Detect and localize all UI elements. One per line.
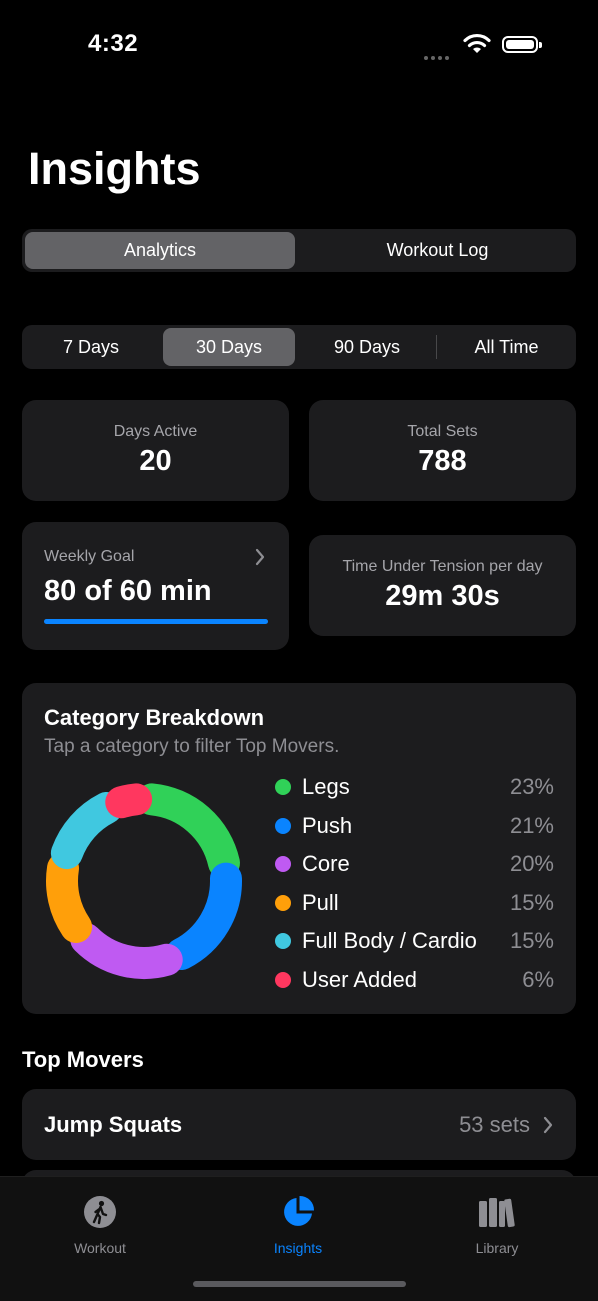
weekly-goal-label: Weekly Goal — [44, 548, 135, 565]
legend-item[interactable]: User Added 6% — [274, 965, 554, 995]
legend-name: Legs — [302, 774, 350, 799]
top-mover-sets: 53 sets — [459, 1112, 530, 1137]
tab-analytics-label: Analytics — [123, 240, 197, 260]
range-7-days-label: 7 Days — [62, 336, 120, 357]
page-title: Insights — [28, 143, 201, 194]
chevron-right-icon — [254, 548, 266, 571]
weekly-goal-value: 80 of 60 min — [44, 575, 212, 607]
legend-name: Push — [302, 812, 353, 838]
tab-analytics[interactable]: Analytics — [25, 232, 295, 269]
donut-segment[interactable] — [135, 783, 240, 879]
tab-library[interactable]: Library — [437, 1195, 557, 1256]
legend-dot — [275, 894, 291, 911]
legend-percent: 21% — [509, 812, 554, 838]
category-subtitle: Tap a category to filter Top Movers. — [44, 736, 340, 757]
legend-dot — [275, 779, 291, 795]
walk-icon — [40, 1195, 160, 1234]
legend-name: Pull — [302, 889, 339, 915]
total-sets-card: Total Sets 788 — [309, 400, 576, 501]
range-all-time-label: All Time — [474, 336, 539, 357]
tab-insights-label: Insights — [273, 1240, 323, 1256]
legend-percent: 15% — [509, 889, 554, 915]
total-sets-value: 788 — [418, 445, 467, 477]
legend-percent: 23% — [509, 774, 554, 799]
days-active-value: 20 — [139, 445, 172, 477]
tab-workout[interactable]: Workout — [40, 1195, 160, 1256]
tut-value: 29m 30s — [385, 580, 500, 612]
legend-item[interactable]: Core 20% — [274, 849, 554, 879]
tut-card: Time Under Tension per day 29m 30s — [309, 535, 576, 636]
weekly-goal-card[interactable]: Weekly Goal 80 of 60 min — [22, 522, 289, 650]
status-time: 4:32 — [88, 30, 139, 57]
tut-label: Time Under Tension per day — [342, 558, 543, 575]
range-30-days-label: 30 Days — [195, 336, 263, 357]
legend-name: User Added — [302, 966, 417, 992]
legend-percent: 20% — [509, 851, 554, 876]
tab-insights[interactable]: Insights — [238, 1195, 358, 1256]
legend-name: Core — [302, 851, 350, 876]
legend-item[interactable]: Legs 23% — [274, 772, 554, 802]
legend-item[interactable]: Full Body / Cardio 15% — [274, 926, 554, 956]
pie-chart-icon — [238, 1195, 358, 1234]
legend-dot — [275, 817, 291, 834]
legend-item[interactable]: Pull 15% — [274, 888, 554, 918]
home-indicator — [193, 1281, 406, 1287]
tab-workout-log-label: Workout Log — [386, 240, 489, 260]
donut-segment[interactable] — [70, 923, 183, 979]
weekly-goal-progress-track — [44, 619, 268, 624]
legend-percent: 6% — [522, 966, 554, 992]
cellular-signal-icon — [424, 47, 456, 60]
category-donut-chart[interactable] — [42, 779, 246, 983]
category-title: Category Breakdown — [44, 705, 265, 730]
range-divider — [436, 335, 437, 359]
top-movers-title: Top Movers — [22, 1047, 144, 1072]
legend-percent: 15% — [509, 928, 554, 953]
donut-segment[interactable] — [46, 852, 93, 943]
legend-item[interactable]: Push 21% — [274, 811, 554, 841]
donut-segment[interactable] — [165, 862, 242, 970]
legend-dot — [275, 971, 291, 988]
battery-icon — [502, 36, 542, 53]
top-mover-row[interactable]: Jump Squats 53 sets — [22, 1089, 576, 1160]
weekly-goal-progress-fill — [44, 619, 268, 624]
legend-dot — [275, 856, 291, 872]
donut-segment[interactable] — [50, 792, 123, 870]
top-mover-name: Jump Squats — [44, 1112, 183, 1137]
days-active-label: Days Active — [113, 423, 198, 440]
wifi-icon — [462, 32, 492, 56]
books-icon — [437, 1195, 557, 1234]
chevron-right-icon — [542, 1116, 554, 1139]
total-sets-label: Total Sets — [407, 423, 478, 440]
legend-name: Full Body / Cardio — [302, 928, 477, 953]
range-7-days[interactable]: 7 Days — [25, 328, 157, 366]
tab-workout-log[interactable]: Workout Log — [302, 232, 573, 269]
main-segmented-control: Analytics Workout Log — [22, 229, 576, 272]
range-segmented-control: 7 Days 30 Days 90 Days All Time — [22, 325, 576, 369]
tab-workout-label: Workout — [74, 1240, 126, 1256]
tab-library-label: Library — [475, 1240, 519, 1256]
range-90-days-label: 90 Days — [333, 336, 401, 357]
legend-dot — [275, 933, 291, 949]
days-active-card: Days Active 20 — [22, 400, 289, 501]
range-all-time[interactable]: All Time — [440, 328, 573, 366]
donut-segment[interactable] — [105, 783, 153, 819]
range-90-days[interactable]: 90 Days — [301, 328, 433, 366]
range-30-days[interactable]: 30 Days — [163, 328, 295, 366]
